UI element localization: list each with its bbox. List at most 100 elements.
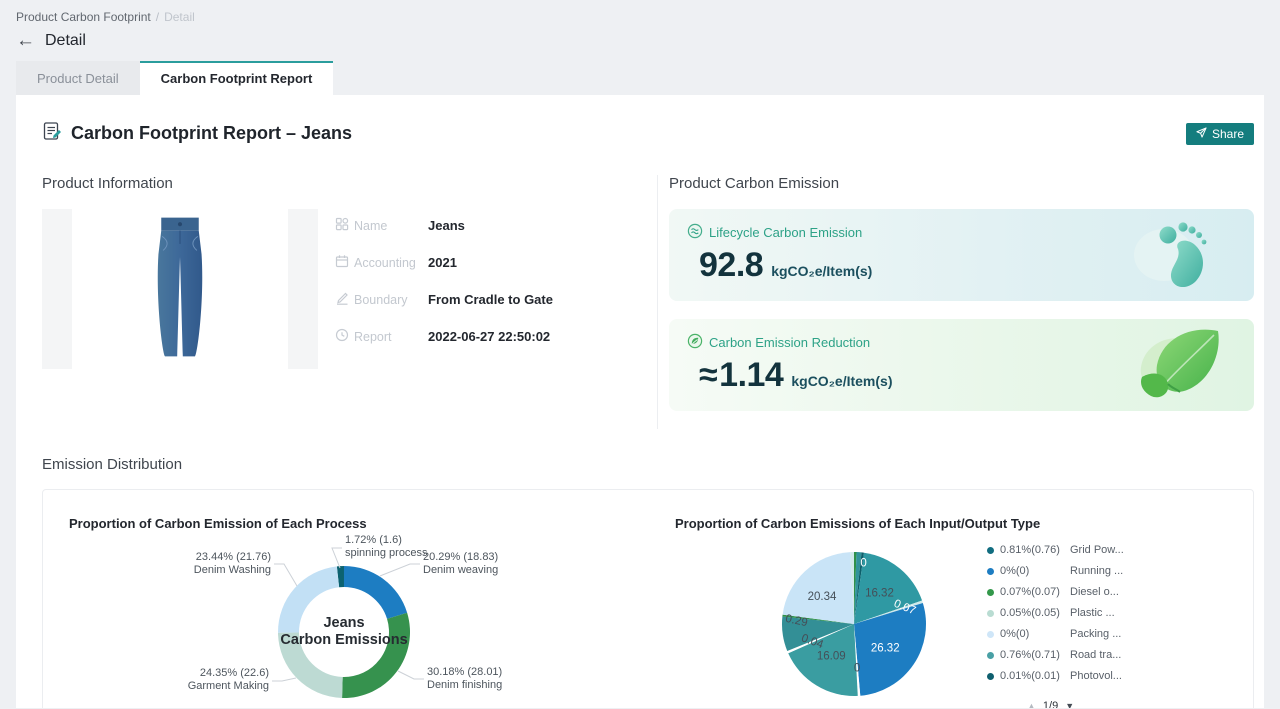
product-image-carousel <box>42 209 318 369</box>
emission-reduction-unit: kgCO₂e/Item(s) <box>791 373 892 389</box>
breadcrumb: Product Carbon Footprint / Detail <box>16 10 1264 24</box>
legend-item-value: 0.05%(0.05) <box>1000 606 1070 620</box>
pie-legend: 0.81%(0.76)Grid Pow...0%(0)Running ...0.… <box>987 543 1124 690</box>
donut-callout-label: 30.18% (28.01)Denim finishing <box>427 666 502 692</box>
legend-item-value: 0%(0) <box>1000 564 1070 578</box>
approx-symbol: ≈ <box>699 356 717 395</box>
field-boundary: Boundary From Cradle to Gate <box>335 291 553 308</box>
legend-dot-icon <box>987 610 994 617</box>
process-donut-chart: Proportion of Carbon Emission of Each Pr… <box>43 490 649 708</box>
emission-reduction-value: 1.14 <box>719 356 783 395</box>
clock-icon <box>335 328 349 345</box>
field-boundary-label: Boundary <box>354 293 408 307</box>
donut-callout-label: 24.35% (22.6)Garment Making <box>188 667 269 693</box>
legend-item-name: Running ... <box>1070 564 1123 578</box>
legend-item-name: Plastic ... <box>1070 606 1115 620</box>
field-accounting-value: 2021 <box>428 255 457 270</box>
pie-slice-label: 16.32 <box>865 588 894 600</box>
legend-item-name: Road tra... <box>1070 648 1121 662</box>
report-title: Carbon Footprint Report – Jeans <box>71 123 352 144</box>
legend-item[interactable]: 0.01%(0.01)Photovol... <box>987 669 1124 683</box>
legend-item-name: Photovol... <box>1070 669 1122 683</box>
back-arrow-icon[interactable]: ← <box>16 31 35 50</box>
leaf-badge-icon <box>687 333 703 352</box>
breadcrumb-root[interactable]: Product Carbon Footprint <box>16 10 151 24</box>
lifecycle-emission-label: Lifecycle Carbon Emission <box>709 225 862 240</box>
emission-reduction-card: Carbon Emission Reduction ≈ 1.14 kgCO₂e/… <box>669 319 1254 411</box>
legend-item[interactable]: 0.81%(0.76)Grid Pow... <box>987 543 1124 557</box>
legend-item-value: 0.01%(0.01) <box>1000 669 1070 683</box>
lifecycle-emission-value: 92.8 <box>699 246 763 285</box>
legend-page-up-icon[interactable]: ▲ <box>1027 701 1036 708</box>
legend-item[interactable]: 0.05%(0.05)Plastic ... <box>987 606 1124 620</box>
legend-item[interactable]: 0.76%(0.71)Road tra... <box>987 648 1124 662</box>
tab-bar: Product Detail Carbon Footprint Report <box>16 61 1264 95</box>
pie-slice-label: 26.32 <box>871 642 900 654</box>
legend-dot-icon <box>987 547 994 554</box>
field-accounting-label: Accounting <box>354 256 416 270</box>
breadcrumb-current: Detail <box>164 10 195 24</box>
leaf-graphic <box>1126 325 1226 411</box>
footprint-graphic <box>1134 215 1226 301</box>
pen-icon <box>335 291 349 308</box>
pie-slice-label: 20.34 <box>808 591 837 603</box>
emission-distribution-title: Emission Distribution <box>42 456 1254 473</box>
page-title: Detail <box>45 32 86 50</box>
carousel-next[interactable] <box>288 209 318 369</box>
product-carbon-emission-section: Product Carbon Emission Lifecycle Carbon… <box>657 175 1254 429</box>
waves-badge-icon <box>687 223 703 242</box>
legend-dot-icon <box>987 652 994 659</box>
legend-item[interactable]: 0%(0)Running ... <box>987 564 1124 578</box>
field-report-label: Report <box>354 330 392 344</box>
legend-item-value: 0.81%(0.76) <box>1000 543 1070 557</box>
top-bar: Product Carbon Footprint / Detail ← Detail <box>0 0 1280 50</box>
pie-slice-label: 16.09 <box>817 650 846 662</box>
legend-dot-icon <box>987 589 994 596</box>
content-panel: Carbon Footprint Report – Jeans Share Pr… <box>16 95 1264 708</box>
donut-center-label: JeansCarbon Emissions <box>264 615 424 649</box>
legend-item-value: 0%(0) <box>1000 627 1070 641</box>
calendar-icon <box>335 254 349 271</box>
legend-item-name: Packing ... <box>1070 627 1121 641</box>
donut-callout-label: 20.29% (18.83)Denim weaving <box>423 551 498 577</box>
share-button-label: Share <box>1212 127 1244 141</box>
pie-slice-label: 0 <box>854 663 860 675</box>
product-information-title: Product Information <box>42 175 657 192</box>
donut-callout-label: 1.72% (1.6)spinning process <box>345 534 428 560</box>
product-information-section: Product Information <box>42 175 657 429</box>
lifecycle-emission-card: Lifecycle Carbon Emission 92.8 kgCO₂e/It… <box>669 209 1254 301</box>
carousel-prev[interactable] <box>42 209 72 369</box>
legend-item[interactable]: 0.07%(0.07)Diesel o... <box>987 585 1124 599</box>
lifecycle-emission-unit: kgCO₂e/Item(s) <box>771 263 872 279</box>
legend-dot-icon <box>987 673 994 680</box>
report-document-icon <box>42 121 62 146</box>
field-name-label: Name <box>354 219 387 233</box>
emission-reduction-label: Carbon Emission Reduction <box>709 335 870 350</box>
legend-item-name: Diesel o... <box>1070 585 1119 599</box>
tab-carbon-footprint-report[interactable]: Carbon Footprint Report <box>140 61 334 95</box>
pie-slice-label: 0 <box>860 558 866 570</box>
legend-dot-icon <box>987 631 994 638</box>
field-report: Report 2022-06-27 22:50:02 <box>335 328 553 345</box>
field-report-value: 2022-06-27 22:50:02 <box>428 329 550 344</box>
legend-pagination: ▲ 1/9 ▼ <box>1027 700 1074 708</box>
field-name: Name Jeans <box>335 217 553 234</box>
product-carbon-emission-title: Product Carbon Emission <box>669 175 1254 192</box>
field-name-value: Jeans <box>428 218 465 233</box>
legend-item[interactable]: 0%(0)Packing ... <box>987 627 1124 641</box>
legend-item-value: 0.76%(0.71) <box>1000 648 1070 662</box>
legend-page-label: 1/9 <box>1043 700 1058 708</box>
product-image-jeans <box>130 212 230 367</box>
share-button[interactable]: Share <box>1186 123 1254 145</box>
legend-dot-icon <box>987 568 994 575</box>
legend-item-name: Grid Pow... <box>1070 543 1124 557</box>
emission-distribution-card: Proportion of Carbon Emission of Each Pr… <box>42 489 1254 708</box>
send-icon <box>1196 127 1207 141</box>
breadcrumb-separator: / <box>156 10 159 24</box>
field-boundary-value: From Cradle to Gate <box>428 292 553 307</box>
tab-product-detail[interactable]: Product Detail <box>16 61 140 95</box>
donut-callout-label: 23.44% (21.76)Denim Washing <box>194 551 271 577</box>
field-accounting: Accounting 2021 <box>335 254 553 271</box>
legend-page-down-icon[interactable]: ▼ <box>1065 701 1074 708</box>
legend-item-value: 0.07%(0.07) <box>1000 585 1070 599</box>
